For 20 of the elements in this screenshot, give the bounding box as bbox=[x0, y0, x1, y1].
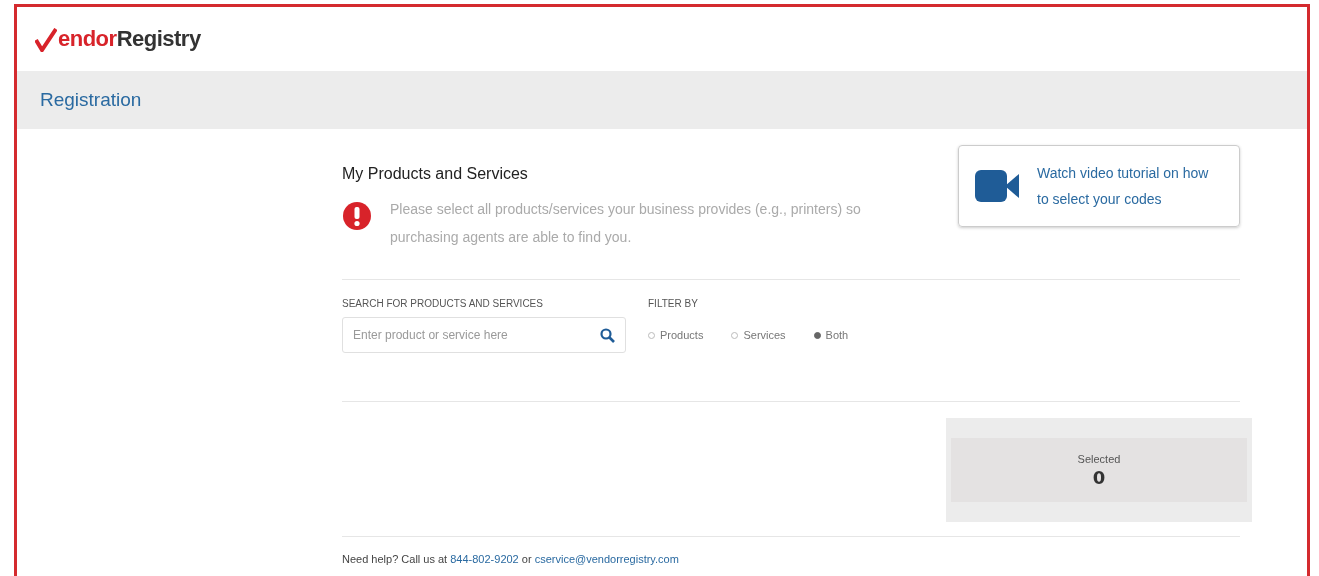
selected-count: 0 bbox=[1092, 466, 1106, 488]
notice-text: Please select all products/services your business provides (e.g., printers) so purchasing agents are able to find you. bbox=[390, 200, 862, 247]
logo[interactable]: endorRegistry bbox=[35, 26, 201, 52]
search-icon[interactable] bbox=[600, 328, 615, 343]
filter-label: FILTER BY bbox=[648, 298, 699, 309]
phone-link[interactable]: 844-802-9202 bbox=[450, 553, 519, 565]
video-camera-icon bbox=[975, 168, 1021, 204]
check-mark-icon bbox=[35, 28, 57, 52]
filter-radio[interactable]: Products bbox=[648, 329, 704, 341]
video-tutorial-link[interactable]: Watch video tutorial on how to select your codes bbox=[958, 145, 1240, 227]
help-text: Need help? Call us at 844-802-9202 or cservice@vendorregistry.com bbox=[342, 553, 680, 565]
search-field[interactable]: Enter product or service here bbox=[342, 317, 626, 353]
search-label: SEARCH FOR PRODUCTS AND SERVICES bbox=[342, 298, 544, 309]
email-link[interactable]: cservice@vendorregistry.com bbox=[534, 553, 679, 565]
filter-radio[interactable]: Both bbox=[813, 329, 849, 341]
page-title: Registration bbox=[40, 89, 142, 111]
alert-icon bbox=[342, 201, 372, 231]
section-title: My Products and Services bbox=[342, 165, 529, 183]
filter-radio[interactable]: Services bbox=[731, 329, 786, 341]
selected-label: Selected bbox=[1077, 452, 1121, 465]
